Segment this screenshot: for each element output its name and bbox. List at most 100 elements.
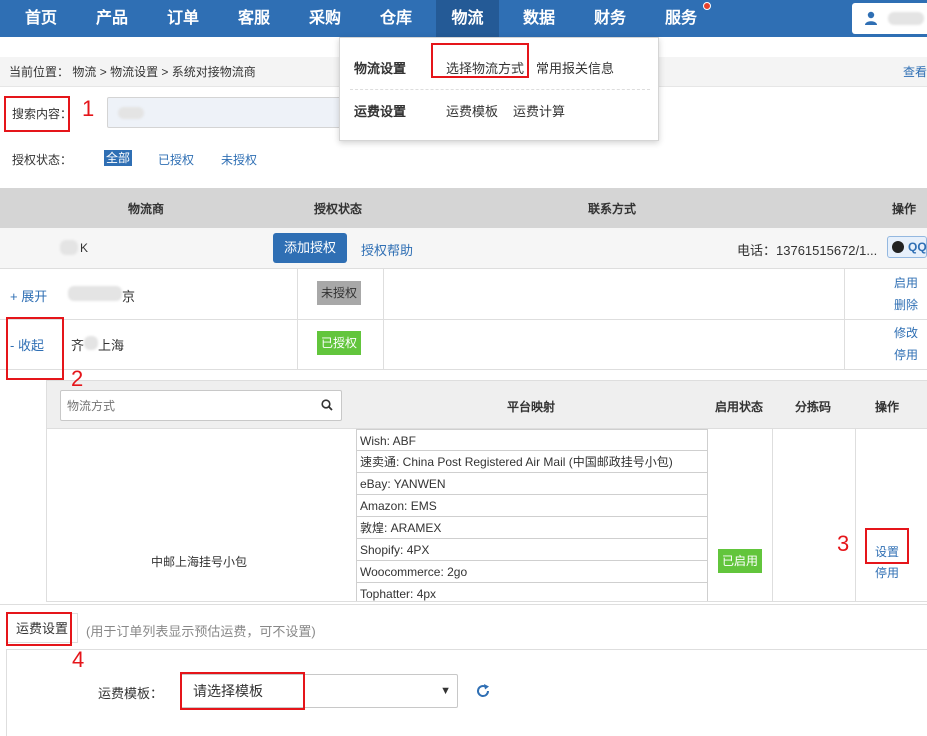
platform-mapping-list: Wish: ABF 速卖通: China Post Registered Air…: [356, 429, 708, 601]
filter-unauthorized[interactable]: 未授权: [221, 151, 257, 168]
provider-name-blurred: [60, 240, 78, 255]
method-subtable: 平台映射 启用状态 分拣码 操作 中邮上海挂号小包 Wish: ABF 速卖通:…: [46, 380, 927, 602]
filter-all[interactable]: 全部: [104, 150, 133, 166]
delete-link[interactable]: 删除: [894, 296, 918, 313]
column-divider: [297, 269, 298, 319]
mapping-item-dhgate: 敦煌: ARAMEX: [356, 517, 708, 539]
expand-toggle[interactable]: + 展开: [10, 286, 47, 305]
user-name-blurred: [888, 12, 924, 25]
menu-item-freight-calc[interactable]: 运费计算: [513, 101, 565, 120]
add-auth-button[interactable]: 添加授权: [273, 233, 347, 263]
auth-help-link[interactable]: 授权帮助: [361, 240, 413, 259]
nav-item-logistics[interactable]: 物流: [436, 0, 499, 37]
search-icon[interactable]: [321, 399, 333, 411]
row-name-suffix: 上海: [98, 338, 125, 353]
nav-item-purchase[interactable]: 采购: [298, 0, 352, 37]
mapping-item-ebay: eBay: YANWEN: [356, 473, 708, 495]
table-row: - 收起 齐 上海 已授权 修改 停用: [0, 320, 927, 370]
nav-item-services[interactable]: 服务: [654, 0, 708, 37]
header-platform-mapping: 平台映射: [507, 400, 556, 414]
freight-settings-panel: 运费设置 (用于订单列表显示预估运费，可不设置): [0, 604, 927, 736]
annotation-number-3: 3: [837, 531, 850, 556]
mapping-item-wish: Wish: ABF: [356, 429, 708, 451]
top-nav: 首页 产品 订单 客服 采购 仓库 物流 数据 财务 服务: [0, 0, 927, 37]
mapping-item-tophatter: Tophatter: 4px: [356, 583, 708, 601]
table-row: + 展开 京 未授权 启用 删除: [0, 269, 927, 320]
notification-dot: [703, 2, 711, 10]
annotation-number-2: 2: [71, 366, 84, 391]
column-divider: [844, 320, 845, 369]
auth-filter-label: 授权状态：: [12, 153, 73, 167]
row-name-suffix: 京: [122, 289, 136, 304]
provider-name-suffix: K: [80, 241, 89, 255]
header-contact: 联系方式: [588, 202, 637, 216]
mapping-item-amazon: Amazon: EMS: [356, 495, 708, 517]
refresh-icon[interactable]: [475, 683, 491, 699]
breadcrumb-separator: >: [99, 65, 111, 79]
column-divider: [383, 269, 384, 319]
filter-authorized[interactable]: 已授权: [158, 151, 194, 168]
mapping-item-shopify: Shopify: 4PX: [356, 539, 708, 561]
view-link[interactable]: 查看: [903, 57, 927, 87]
user-menu[interactable]: [852, 3, 927, 34]
nav-item-orders[interactable]: 订单: [156, 0, 210, 37]
column-divider: [383, 320, 384, 369]
breadcrumb-item-logistics[interactable]: 物流: [72, 65, 96, 79]
disable-method-link[interactable]: 停用: [875, 564, 899, 581]
column-divider: [297, 320, 298, 369]
status-badge-authorized: 已授权: [317, 331, 362, 355]
provider-row: K 添加授权 授权帮助 电话：13761515672/1... QQ: [0, 228, 927, 269]
breadcrumb-item-current: 系统对接物流商: [171, 65, 256, 79]
breadcrumb-separator: >: [161, 65, 172, 79]
menu-header-freight: 运费设置: [354, 104, 407, 119]
method-search[interactable]: [60, 390, 342, 421]
mapping-item-aliexpress: 速卖通: China Post Registered Air Mail (中国邮…: [356, 451, 708, 473]
row-name-blurred: [68, 286, 122, 301]
annotation-box-settings: [865, 528, 909, 564]
column-divider: [855, 429, 856, 601]
header-sort-code: 分拣码: [795, 400, 832, 414]
annotation-number-4: 4: [72, 647, 85, 672]
subtable-header: 平台映射 启用状态 分拣码 操作: [47, 381, 927, 429]
annotation-box-collapse: [6, 317, 64, 380]
menu-header-logistics: 物流设置: [354, 61, 407, 76]
search-value-blurred: [118, 107, 144, 119]
header-auth-status: 授权状态: [314, 202, 363, 216]
nav-item-service[interactable]: 客服: [227, 0, 281, 37]
enable-link[interactable]: 启用: [894, 274, 918, 291]
disable-link[interactable]: 停用: [894, 346, 918, 363]
method-search-input[interactable]: [67, 397, 307, 415]
qq-button[interactable]: QQ: [887, 236, 927, 258]
nav-item-warehouse[interactable]: 仓库: [369, 0, 423, 37]
provider-table-header: 物流商 授权状态 联系方式 操作: [0, 188, 927, 228]
nav-item-finance[interactable]: 财务: [583, 0, 637, 37]
method-name: 中邮上海挂号小包: [151, 555, 248, 569]
menu-item-freight-template[interactable]: 运费模板: [446, 101, 498, 120]
header-provider: 物流商: [128, 202, 165, 216]
header-actions: 操作: [892, 202, 917, 216]
annotation-box-select-method: [431, 43, 529, 78]
breadcrumb-item-settings[interactable]: 物流设置: [110, 65, 158, 79]
breadcrumb-prefix: 当前位置：: [9, 65, 70, 79]
menu-item-customs-info[interactable]: 常用报关信息: [536, 58, 614, 77]
provider-phone: 电话：13761515672/1...: [737, 243, 878, 258]
column-divider: [844, 269, 845, 319]
search-input[interactable]: [107, 97, 347, 128]
user-icon: [865, 11, 877, 25]
annotation-number-1: 1: [82, 96, 95, 121]
row-name-prefix: 齐: [71, 338, 85, 353]
menu-divider: [350, 89, 650, 90]
edit-link[interactable]: 修改: [894, 324, 918, 341]
nav-item-data[interactable]: 数据: [512, 0, 566, 37]
status-badge-enabled: 已启用: [718, 549, 763, 573]
annotation-box-freight-tab: [6, 612, 72, 646]
nav-item-home[interactable]: 首页: [14, 0, 68, 37]
column-divider: [772, 429, 773, 601]
annotation-box-search: [4, 96, 70, 132]
header-enable-status: 启用状态: [715, 400, 764, 414]
freight-hint: (用于订单列表显示预估运费，可不设置): [86, 624, 316, 639]
nav-item-products[interactable]: 产品: [85, 0, 139, 37]
status-badge-unauthorized: 未授权: [317, 281, 362, 305]
header-sub-actions: 操作: [875, 400, 900, 414]
chevron-down-icon: ▼: [440, 685, 451, 697]
